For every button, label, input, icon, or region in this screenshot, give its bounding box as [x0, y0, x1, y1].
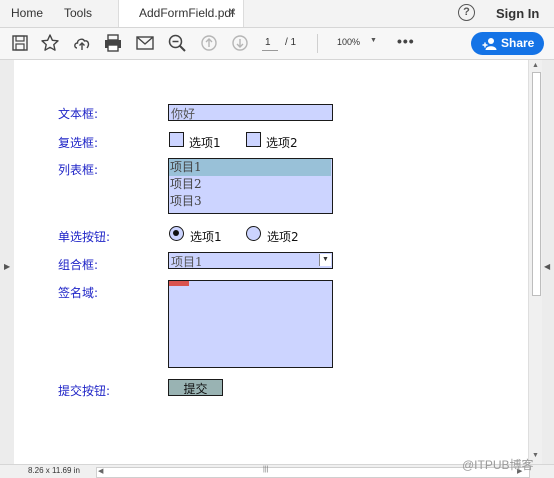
- watermark: @ITPUB博客: [462, 458, 534, 472]
- radio-option-2[interactable]: [246, 226, 261, 241]
- combo-box-value: 项目1: [171, 255, 203, 269]
- list-item[interactable]: 项目3: [169, 193, 331, 210]
- vertical-scrollbar[interactable]: ▲ ▼: [528, 60, 542, 464]
- share-button[interactable]: Share: [471, 32, 544, 55]
- text-box-field[interactable]: 你好: [168, 104, 333, 121]
- chevron-down-icon[interactable]: ▼: [370, 37, 377, 44]
- more-icon[interactable]: •••: [397, 33, 415, 49]
- bookmark-star-icon[interactable]: [39, 32, 61, 54]
- page-down-icon[interactable]: [229, 32, 251, 54]
- toolbar: 1 / 1 100% ▼ ••• Share: [0, 28, 554, 60]
- page-number-input[interactable]: 1: [265, 37, 271, 48]
- signature-label: 签名域:: [58, 286, 99, 300]
- page-size-readout: 8.26 x 11.69 in: [28, 466, 80, 475]
- acrobat-window: Home Tools AddFormField.pdf × ? Sign In: [0, 0, 554, 478]
- tab-bar: Home Tools AddFormField.pdf × ? Sign In: [0, 0, 554, 28]
- text-box-label: 文本框:: [58, 107, 99, 121]
- signature-field[interactable]: [168, 280, 333, 368]
- page-total: / 1: [285, 37, 297, 48]
- upload-cloud-icon[interactable]: [71, 32, 93, 54]
- close-tab-icon[interactable]: ×: [229, 5, 236, 19]
- scroll-thumb[interactable]: [532, 72, 541, 296]
- tab-home[interactable]: Home: [11, 6, 43, 20]
- scroll-up-icon[interactable]: ▲: [532, 62, 539, 69]
- checkbox-option-1[interactable]: [169, 132, 184, 147]
- list-item[interactable]: 项目2: [169, 176, 331, 193]
- signature-flag-icon: [169, 281, 189, 286]
- list-box[interactable]: 项目1 项目2 项目3: [168, 158, 333, 214]
- scroll-grip-icon[interactable]: |||: [263, 466, 268, 473]
- radio-selected-dot: [173, 230, 179, 236]
- checkbox-option-2[interactable]: [246, 132, 261, 147]
- left-panel-toggle-icon[interactable]: ▶: [4, 262, 10, 271]
- radio-option-1-label: 选项1: [190, 230, 222, 244]
- page-input-underline: [262, 50, 278, 51]
- scroll-left-icon[interactable]: ◀: [98, 467, 103, 475]
- toolbar-divider: [317, 34, 318, 53]
- save-icon[interactable]: [9, 32, 31, 54]
- add-user-icon: [482, 37, 498, 55]
- radio-option-1[interactable]: [169, 226, 184, 241]
- tab-tools[interactable]: Tools: [64, 6, 92, 20]
- checkbox-option-2-label: 选项2: [266, 136, 298, 150]
- zoom-select[interactable]: 100%: [337, 37, 360, 47]
- checkbox-label: 复选框:: [58, 136, 99, 150]
- submit-label: 提交按钮:: [58, 384, 111, 398]
- email-icon[interactable]: [134, 32, 156, 54]
- text-box-value: 你好: [171, 107, 196, 121]
- sign-in-link[interactable]: Sign In: [496, 6, 539, 21]
- checkbox-option-1-label: 选项1: [189, 136, 221, 150]
- radio-label: 单选按钮:: [58, 230, 111, 244]
- share-label: Share: [501, 36, 535, 50]
- combo-box-label: 组合框:: [58, 258, 99, 272]
- radio-option-2-label: 选项2: [267, 230, 299, 244]
- print-icon[interactable]: [102, 32, 124, 54]
- document-tab-title: AddFormField.pdf: [139, 6, 235, 20]
- zoom-out-icon[interactable]: [166, 32, 188, 54]
- list-item[interactable]: 项目1: [169, 159, 331, 176]
- combo-box[interactable]: 项目1 ▼: [168, 252, 333, 269]
- tab-document[interactable]: AddFormField.pdf ×: [118, 0, 244, 27]
- submit-button[interactable]: 提交: [168, 379, 223, 396]
- page-up-icon[interactable]: [198, 32, 220, 54]
- help-icon[interactable]: ?: [458, 4, 475, 21]
- list-box-label: 列表框:: [58, 163, 99, 177]
- chevron-down-icon[interactable]: ▼: [319, 254, 331, 266]
- right-panel-toggle-icon[interactable]: ◀: [544, 262, 550, 271]
- pdf-page: 文本框: 你好 复选框: 选项1 选项2 列表框: 项目1 项目2 项目3 单选…: [14, 60, 528, 464]
